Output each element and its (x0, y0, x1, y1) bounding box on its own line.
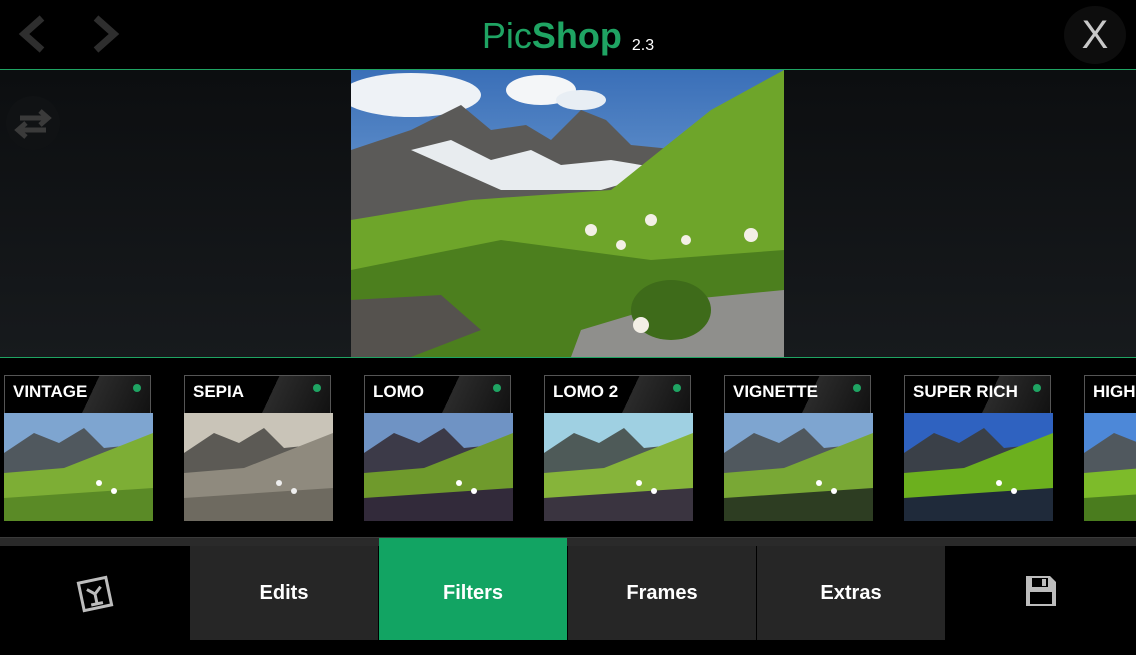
filter-label: VIGNETTE (733, 382, 819, 401)
swap-button[interactable] (6, 96, 60, 150)
filter-indicator-dot (673, 384, 681, 392)
app-version: 2.3 (631, 37, 655, 54)
filter-thumbnail (4, 413, 153, 521)
filter-vignette[interactable]: VIGNETTE (724, 375, 873, 522)
app-header: PicShop 2.3 X (0, 0, 1136, 70)
filter-super-rich[interactable]: SUPER RICH (904, 375, 1053, 522)
filter-strip[interactable]: VINTAGE SEPIA LOMO LOMO 2 VIGNETTE SUPER… (0, 358, 1136, 537)
app-title: PicShop 2.3 (0, 14, 1136, 68)
photo-gallery-icon (76, 575, 113, 613)
filter-thumbnail (184, 413, 333, 521)
filter-sepia[interactable]: SEPIA (184, 375, 333, 522)
filter-thumbnail (364, 413, 513, 521)
swap-arrows-icon (14, 109, 52, 139)
app-title-bold: Shop (531, 15, 622, 56)
filter-label: VINTAGE (13, 382, 88, 401)
divider (0, 537, 1136, 546)
filter-indicator-dot (493, 384, 501, 392)
filter-label: LOMO 2 (553, 382, 619, 401)
filter-lomo[interactable]: LOMO (364, 375, 513, 522)
filter-label: HIGH (1093, 382, 1136, 401)
filter-thumbnail (544, 413, 693, 521)
filter-vintage[interactable]: VINTAGE (4, 375, 153, 522)
filter-indicator-dot (853, 384, 861, 392)
filter-thumbnail (724, 413, 873, 521)
filter-indicator-dot (313, 384, 321, 392)
filter-label: LOMO (373, 382, 424, 401)
floppy-disk-icon (1026, 576, 1056, 606)
bottom-tab-bar: Edits Filters Frames Extras (0, 538, 1136, 640)
filter-high[interactable]: HIGH (1084, 375, 1136, 522)
tab-frames[interactable]: Frames (568, 546, 756, 640)
filter-label: SEPIA (193, 382, 245, 401)
gallery-button[interactable] (0, 546, 189, 640)
filter-label: SUPER RICH (913, 382, 1018, 401)
filter-thumbnail (904, 413, 1053, 521)
preview-area (0, 70, 1136, 358)
filter-thumbnail (1084, 413, 1136, 521)
save-button[interactable] (946, 546, 1136, 640)
preview-photo (351, 70, 784, 357)
filter-lomo-2[interactable]: LOMO 2 (544, 375, 693, 522)
filter-indicator-dot (1033, 384, 1041, 392)
filter-indicator-dot (133, 384, 141, 392)
tab-filters[interactable]: Filters (379, 538, 567, 640)
close-button[interactable]: X (1064, 6, 1126, 64)
tab-extras[interactable]: Extras (757, 546, 945, 640)
app-title-light: Pic (481, 15, 532, 56)
tab-edits[interactable]: Edits (190, 546, 378, 640)
